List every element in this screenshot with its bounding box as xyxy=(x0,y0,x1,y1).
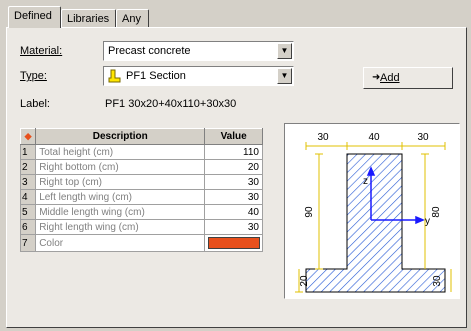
row-index: 3 xyxy=(19,174,37,190)
table-row[interactable]: 2 Right bottom (cm) 20 xyxy=(19,159,263,175)
type-select[interactable]: PF1 Section ▼ xyxy=(103,66,294,86)
row-value[interactable]: 30 xyxy=(204,219,263,235)
header-marker: ◆ xyxy=(19,128,37,145)
row-index: 4 xyxy=(19,189,37,205)
parameters-table: ◆ Description Value 1 Total height (cm) … xyxy=(19,128,263,252)
pf1-section-icon xyxy=(108,69,121,83)
row-value[interactable]: 110 xyxy=(204,144,263,160)
type-select-value: PF1 Section xyxy=(126,70,186,82)
dim-top-left: 30 xyxy=(317,132,329,143)
dim-top-right: 30 xyxy=(417,132,429,143)
section-diagram: 30 40 30 90 20 80 30 z y xyxy=(284,123,460,299)
dim-right-height: 80 xyxy=(431,206,442,218)
type-label: Type: xyxy=(20,70,47,82)
header-description: Description xyxy=(35,128,206,145)
dim-left-height: 90 xyxy=(304,206,315,218)
chevron-down-icon[interactable]: ▼ xyxy=(277,43,292,59)
material-select[interactable]: Precast concrete ▼ xyxy=(103,41,294,61)
row-description: Total height (cm) xyxy=(35,144,206,160)
chevron-down-icon[interactable]: ▼ xyxy=(277,68,292,84)
label-caption: Label: xyxy=(20,98,50,110)
row-index: 5 xyxy=(19,204,37,220)
row-description: Left length wing (cm) xyxy=(35,189,206,205)
arrow-add-icon: ➜ xyxy=(372,72,381,83)
row-index: 2 xyxy=(19,159,37,175)
axis-y-label: y xyxy=(425,216,430,227)
table-row[interactable]: 1 Total height (cm) 110 xyxy=(19,144,263,160)
tab-defined[interactable]: Defined xyxy=(8,6,61,28)
material-label: Material: xyxy=(20,45,63,57)
tab-defined-label: Defined xyxy=(14,10,52,22)
tab-libraries-label: Libraries xyxy=(67,13,110,25)
add-button-label: Add xyxy=(380,72,400,84)
color-swatch[interactable] xyxy=(208,237,260,249)
section-diagram-svg: 30 40 30 90 20 80 30 z y xyxy=(295,132,452,293)
table-header-row: ◆ Description Value xyxy=(19,128,263,145)
row-value[interactable]: 30 xyxy=(204,174,263,190)
material-select-value: Precast concrete xyxy=(108,45,191,57)
row-value[interactable]: 40 xyxy=(204,204,263,220)
row-description: Right bottom (cm) xyxy=(35,159,206,175)
row-value[interactable]: 30 xyxy=(204,189,263,205)
row-index: 7 xyxy=(19,234,37,252)
dim-right-bottom: 30 xyxy=(432,275,443,287)
color-cell[interactable] xyxy=(204,234,263,252)
table-row[interactable]: 3 Right top (cm) 30 xyxy=(19,174,263,190)
axis-z-label: z xyxy=(363,176,368,187)
add-button[interactable]: ➜ Add xyxy=(363,67,453,89)
dim-left-bottom: 20 xyxy=(299,275,310,287)
tab-libraries[interactable]: Libraries xyxy=(61,9,116,27)
row-index: 6 xyxy=(19,219,37,235)
dim-top-mid: 40 xyxy=(368,132,380,143)
row-value[interactable]: 20 xyxy=(204,159,263,175)
row-description: Color xyxy=(35,234,206,252)
row-description: Right length wing (cm) xyxy=(35,219,206,235)
row-description: Middle length wing (cm) xyxy=(35,204,206,220)
row-index: 1 xyxy=(19,144,37,160)
table-row[interactable]: 5 Middle length wing (cm) 40 xyxy=(19,204,263,220)
tab-any[interactable]: Any xyxy=(116,9,149,27)
row-description: Right top (cm) xyxy=(35,174,206,190)
label-value: PF1 30x20+40x110+30x30 xyxy=(105,98,237,110)
table-row[interactable]: 7 Color xyxy=(19,234,263,252)
table-row[interactable]: 4 Left length wing (cm) 30 xyxy=(19,189,263,205)
tab-any-label: Any xyxy=(122,13,141,25)
header-value: Value xyxy=(204,128,263,145)
table-row[interactable]: 6 Right length wing (cm) 30 xyxy=(19,219,263,235)
defined-panel: Material: Precast concrete ▼ Type: PF1 S… xyxy=(6,27,467,328)
